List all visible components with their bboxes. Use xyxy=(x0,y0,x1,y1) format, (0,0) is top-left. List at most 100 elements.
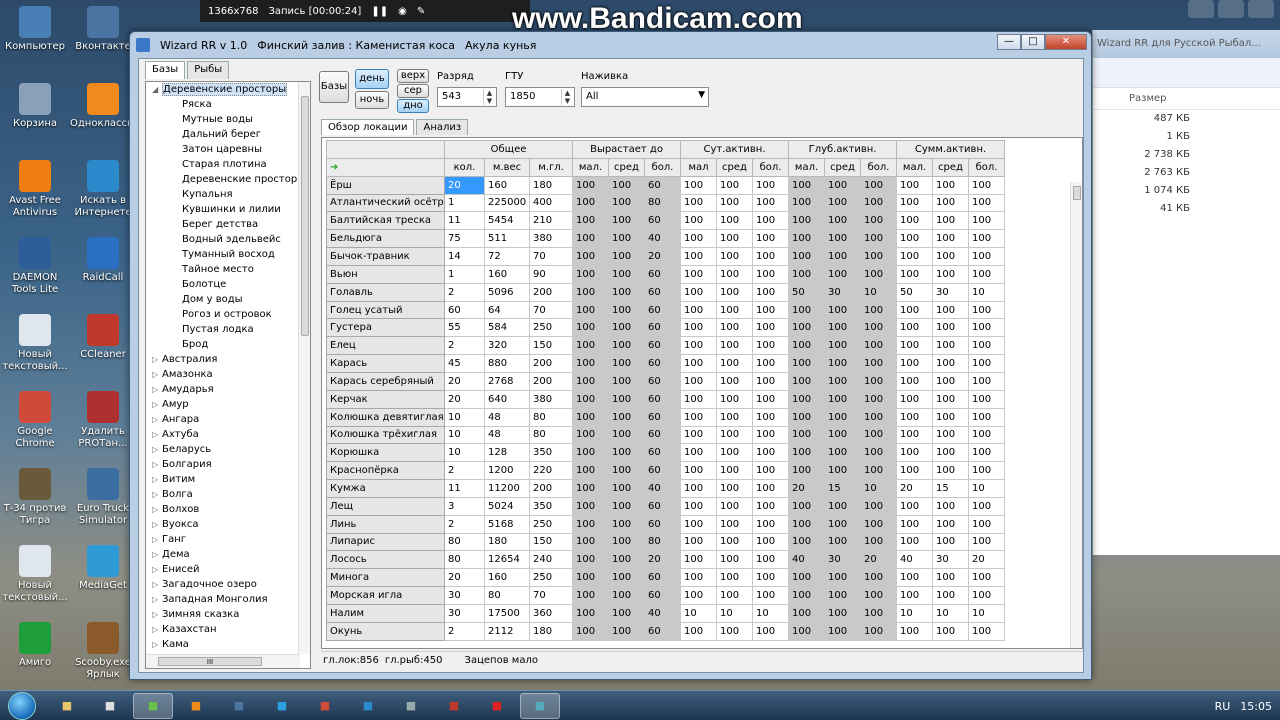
tree-item-child[interactable]: Рогоз и островок xyxy=(146,307,310,322)
value-cell[interactable]: 100 xyxy=(968,300,1006,320)
value-cell[interactable]: 100 xyxy=(572,389,610,409)
fish-name-cell[interactable]: Лещ xyxy=(326,496,445,516)
tree-item-region[interactable]: ▷ Амударья xyxy=(146,382,310,397)
value-cell[interactable]: 100 xyxy=(932,425,970,445)
value-cell[interactable]: 240 xyxy=(528,550,574,570)
value-cell[interactable]: 100 xyxy=(572,443,610,463)
value-cell[interactable]: 100 xyxy=(824,371,862,391)
table-row[interactable]: Лосось 80 12654 240 100 100 20 100 100 100 40 30 20 4… xyxy=(326,550,1006,570)
value-cell[interactable]: 100 xyxy=(824,443,862,463)
desktop-icon[interactable]: MediaGet xyxy=(70,545,136,592)
value-cell[interactable]: 100 xyxy=(932,443,970,463)
value-cell[interactable]: 10 xyxy=(444,443,485,463)
value-cell[interactable]: 70 xyxy=(528,300,574,320)
expand-icon[interactable]: ▷ xyxy=(152,352,162,367)
value-cell[interactable]: 55 xyxy=(444,318,485,338)
value-cell[interactable]: 100 xyxy=(608,175,646,195)
value-cell[interactable]: 100 xyxy=(968,354,1006,373)
value-cell[interactable]: 100 xyxy=(572,211,610,231)
value-cell[interactable]: 100 xyxy=(752,389,790,409)
table-row[interactable]: Липарис 80 180 150 100 100 80 100 100 100 100 100 10… xyxy=(326,532,1006,552)
value-cell[interactable]: 100 xyxy=(896,371,934,391)
value-cell[interactable]: 250 xyxy=(528,318,574,338)
value-cell[interactable]: 100 xyxy=(788,193,826,213)
value-cell[interactable]: 100 xyxy=(716,443,754,463)
close-button[interactable]: ✕ xyxy=(1045,34,1087,50)
value-cell[interactable]: 100 xyxy=(680,568,718,588)
value-cell[interactable]: 100 xyxy=(968,496,1006,516)
value-cell[interactable]: 60 xyxy=(644,211,682,231)
value-cell[interactable]: 100 xyxy=(716,425,754,445)
value-cell[interactable]: 100 xyxy=(788,407,826,427)
column-header[interactable]: бол. xyxy=(968,157,1006,177)
desktop-icon[interactable]: Компьютер xyxy=(2,6,68,53)
value-cell[interactable]: 100 xyxy=(824,496,862,516)
value-cell[interactable]: 100 xyxy=(968,389,1006,409)
value-cell[interactable]: 100 xyxy=(572,550,610,570)
tree-item-child[interactable]: Затон царевны xyxy=(146,142,310,157)
tree-item-child[interactable]: Брод xyxy=(146,337,310,352)
value-cell[interactable]: 60 xyxy=(644,371,682,391)
tree-item-region[interactable]: ▷ Амур xyxy=(146,397,310,412)
taskbar-button[interactable]: ■ xyxy=(90,693,130,719)
value-cell[interactable]: 80 xyxy=(528,425,574,445)
tree-item-child[interactable]: Дом у воды xyxy=(146,292,310,307)
taskbar-button[interactable]: ■ xyxy=(520,692,560,719)
value-cell[interactable]: 100 xyxy=(860,532,898,552)
value-cell[interactable]: 5168 xyxy=(484,514,530,534)
value-cell[interactable]: 160 xyxy=(484,264,530,284)
tree-item-child[interactable]: Старая плотина xyxy=(146,157,310,172)
value-cell[interactable]: 100 xyxy=(752,568,790,588)
value-cell[interactable]: 100 xyxy=(860,193,898,213)
value-cell[interactable]: 100 xyxy=(752,247,790,266)
table-row[interactable]: Голавль 2 5096 200 100 100 60 100 100 100 50 30 10 50… xyxy=(326,282,1006,302)
table-row[interactable]: Линь 2 5168 250 100 100 60 100 100 100 100 100 100 10… xyxy=(326,514,1006,534)
value-cell[interactable]: 100 xyxy=(572,175,610,195)
value-cell[interactable]: 100 xyxy=(788,621,826,641)
value-cell[interactable]: 100 xyxy=(860,229,898,249)
value-cell[interactable]: 100 xyxy=(932,621,970,641)
value-cell[interactable]: 100 xyxy=(608,586,646,605)
value-cell[interactable]: 100 xyxy=(680,407,718,427)
fish-name-cell[interactable]: Атлантический осётр xyxy=(326,193,445,213)
fish-name-cell[interactable]: Балтийская треска xyxy=(326,211,445,231)
desktop-icon[interactable]: DAEMON Tools Lite xyxy=(2,237,68,296)
value-cell[interactable]: 2112 xyxy=(484,621,530,641)
tree-item-region[interactable]: ▷ Волга xyxy=(146,487,310,502)
table-row[interactable]: Вьюн 1 160 90 100 100 60 100 100 100 100 100 100 100 1… xyxy=(326,264,1006,284)
value-cell[interactable]: 100 xyxy=(968,371,1006,391)
value-cell[interactable]: 100 xyxy=(968,514,1006,534)
bait-select[interactable]: All ▼ xyxy=(581,87,709,107)
value-cell[interactable]: 100 xyxy=(860,389,898,409)
value-cell[interactable]: 60 xyxy=(644,621,682,641)
value-cell[interactable]: 100 xyxy=(680,300,718,320)
value-cell[interactable]: 100 xyxy=(572,229,610,249)
value-cell[interactable]: 250 xyxy=(528,568,574,588)
value-cell[interactable]: 100 xyxy=(860,514,898,534)
column-header[interactable]: сред xyxy=(932,157,970,177)
value-cell[interactable]: 100 xyxy=(860,621,898,641)
taskbar-button[interactable]: ■ xyxy=(391,693,431,719)
fish-name-cell[interactable]: Кумжа xyxy=(326,479,445,498)
value-cell[interactable]: 100 xyxy=(860,443,898,463)
taskbar-button[interactable]: ■ xyxy=(176,693,216,719)
value-cell[interactable]: 100 xyxy=(572,568,610,588)
value-cell[interactable]: 100 xyxy=(752,211,790,231)
day-button[interactable]: день xyxy=(355,69,389,89)
taskbar-button[interactable]: ■ xyxy=(262,693,302,719)
value-cell[interactable]: 100 xyxy=(752,318,790,338)
value-cell[interactable]: 100 xyxy=(824,247,862,266)
value-cell[interactable]: 100 xyxy=(932,461,970,481)
value-cell[interactable]: 100 xyxy=(788,603,826,623)
value-cell[interactable]: 100 xyxy=(968,621,1006,641)
tab-analysis[interactable]: Анализ xyxy=(416,119,469,135)
taskbar-button[interactable]: ■ xyxy=(133,692,173,719)
value-cell[interactable]: 40 xyxy=(788,550,826,570)
value-cell[interactable]: 11 xyxy=(444,211,485,231)
value-cell[interactable]: 100 xyxy=(932,514,970,534)
value-cell[interactable]: 100 xyxy=(968,425,1006,445)
value-cell[interactable]: 100 xyxy=(788,336,826,356)
value-cell[interactable]: 100 xyxy=(752,514,790,534)
value-cell[interactable]: 350 xyxy=(528,443,574,463)
table-row[interactable]: Атлантический осётр 1 225000 400 100 100 80 100… xyxy=(326,193,1006,213)
